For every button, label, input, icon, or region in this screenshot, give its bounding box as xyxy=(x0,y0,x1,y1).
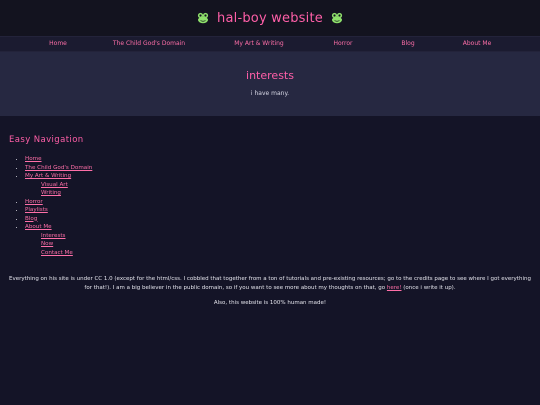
site-footer: Everything on his site is under CC 1.0 (… xyxy=(0,275,540,306)
list-item: The Child God's Domain xyxy=(25,164,540,173)
top-nav: Home The Child God's Domain My Art & Wri… xyxy=(0,36,540,52)
list-item: Blog xyxy=(25,215,540,224)
frog-icon xyxy=(331,12,343,24)
human-made-note: Also, this website is 100% human made! xyxy=(213,300,327,306)
public-domain-link[interactable]: here! xyxy=(387,285,402,291)
site-title: hal-boy website xyxy=(217,10,323,26)
frog-icon xyxy=(197,12,209,24)
nav-link-child-gods-domain[interactable]: The Child God's Domain xyxy=(113,40,185,47)
tree-link-home[interactable]: Home xyxy=(25,156,42,162)
list-item: Playlists xyxy=(25,206,540,215)
list-item: Interests xyxy=(41,232,540,241)
list-item: Horror xyxy=(25,198,540,207)
tree-link-visual-art[interactable]: Visual Art xyxy=(41,182,68,188)
list-item: My Art & Writing Visual Art Writing xyxy=(25,172,540,198)
sub-list: Visual Art Writing xyxy=(25,181,540,198)
list-item: Home xyxy=(25,155,540,164)
easy-navigation: Easy Navigation Home The Child God's Dom… xyxy=(0,135,540,257)
list-item: Visual Art xyxy=(41,181,540,190)
list-item: Writing xyxy=(41,189,540,198)
license-text-end: (once i write it up). xyxy=(401,285,456,291)
tree-link-art-writing[interactable]: My Art & Writing xyxy=(25,173,71,179)
tree-link-contact-me[interactable]: Contact Me xyxy=(41,250,73,256)
nav-link-about-me[interactable]: About Me xyxy=(463,40,492,47)
tree-link-playlists[interactable]: Playlists xyxy=(25,207,48,213)
site-header: hal-boy website xyxy=(0,0,540,36)
tree-link-now[interactable]: Now xyxy=(41,241,53,247)
page-title: interests xyxy=(246,69,294,82)
tree-link-about-me[interactable]: About Me xyxy=(25,224,52,230)
list-item: About Me Interests Now Contact Me xyxy=(25,223,540,257)
license-text: Everything on his site is under CC 1.0 (… xyxy=(6,275,534,293)
page-hero: interests i have many. xyxy=(0,52,540,116)
navigation-list: Home The Child God's Domain My Art & Wri… xyxy=(9,155,540,257)
sub-list: Interests Now Contact Me xyxy=(25,232,540,258)
nav-link-home[interactable]: Home xyxy=(49,40,67,47)
easy-navigation-heading: Easy Navigation xyxy=(9,135,84,145)
tree-link-blog[interactable]: Blog xyxy=(25,216,37,222)
list-item: Contact Me xyxy=(41,249,540,258)
nav-link-blog[interactable]: Blog xyxy=(401,40,414,47)
nav-link-horror[interactable]: Horror xyxy=(333,40,352,47)
list-item: Now xyxy=(41,240,540,249)
tree-link-horror[interactable]: Horror xyxy=(25,199,43,205)
page-subtitle: i have many. xyxy=(250,90,290,97)
nav-link-art-writing[interactable]: My Art & Writing xyxy=(234,40,283,47)
tree-link-writing[interactable]: Writing xyxy=(41,190,61,196)
tree-link-child-gods-domain[interactable]: The Child God's Domain xyxy=(25,165,92,171)
tree-link-interests[interactable]: Interests xyxy=(41,233,65,239)
